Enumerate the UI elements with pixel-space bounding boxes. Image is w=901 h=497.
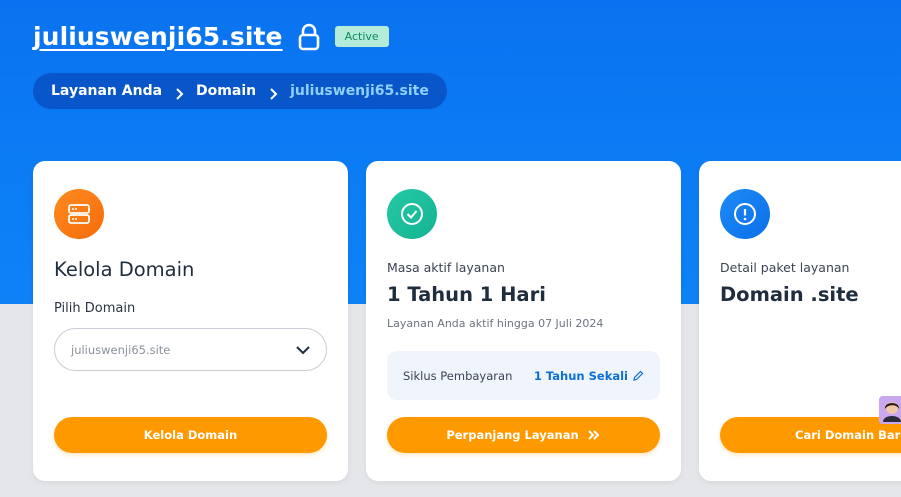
domain-select[interactable]: juliuswenji65.site: [54, 328, 327, 371]
pencil-icon: [633, 370, 644, 381]
breadcrumb-item-services[interactable]: Layanan Anda: [51, 83, 162, 99]
status-badge: Active: [334, 26, 389, 47]
search-new-domain-button-label: Cari Domain Baru: [795, 428, 901, 442]
page-title[interactable]: juliuswenji65.site: [33, 22, 283, 51]
package-detail-label: Detail paket layanan: [720, 260, 850, 275]
page-title-row: juliuswenji65.site Active: [33, 22, 389, 51]
package-detail-value: Domain .site: [720, 283, 859, 306]
alert-circle-icon: [720, 189, 770, 239]
package-detail-card: Detail paket layanan Domain .site Cari D…: [699, 161, 901, 481]
domain-select-value: juliuswenji65.site: [71, 342, 171, 357]
billing-cycle-label: Siklus Pembayaran: [403, 368, 513, 383]
renew-service-button-label: Perpanjang Layanan: [446, 428, 579, 442]
renew-service-button[interactable]: Perpanjang Layanan: [387, 417, 660, 453]
breadcrumb: Layanan Anda Domain juliuswenji65.site: [33, 73, 447, 109]
active-period-card: Masa aktif layanan 1 Tahun 1 Hari Layana…: [366, 161, 681, 481]
double-chevron-right-icon: [587, 430, 600, 440]
active-until-text: Layanan Anda aktif hingga 07 Juli 2024: [387, 317, 604, 330]
search-new-domain-button[interactable]: Cari Domain Baru: [720, 417, 901, 453]
check-circle-icon: [387, 189, 437, 239]
chevron-right-icon: [268, 85, 278, 100]
manage-domain-button-label: Kelola Domain: [143, 428, 238, 442]
manage-domain-button[interactable]: Kelola Domain: [54, 417, 327, 453]
billing-cycle-box: Siklus Pembayaran 1 Tahun Sekali: [387, 351, 660, 400]
card-heading: Kelola Domain: [54, 258, 195, 281]
active-period-value: 1 Tahun 1 Hari: [387, 283, 546, 306]
billing-cycle-value: 1 Tahun Sekali: [533, 368, 628, 383]
select-domain-label: Pilih Domain: [54, 301, 136, 316]
chevron-right-icon: [174, 85, 184, 100]
chevron-down-icon: [296, 345, 310, 354]
active-period-label: Masa aktif layanan: [387, 260, 505, 275]
breadcrumb-item-current: juliuswenji65.site: [290, 83, 429, 99]
manage-domain-card: Kelola Domain Pilih Domain juliuswenji65…: [33, 161, 348, 481]
server-icon: [54, 189, 104, 239]
billing-cycle-edit[interactable]: 1 Tahun Sekali: [534, 369, 644, 383]
lock-icon: [297, 23, 321, 51]
support-avatar[interactable]: [879, 396, 901, 424]
breadcrumb-item-domain[interactable]: Domain: [196, 83, 256, 99]
